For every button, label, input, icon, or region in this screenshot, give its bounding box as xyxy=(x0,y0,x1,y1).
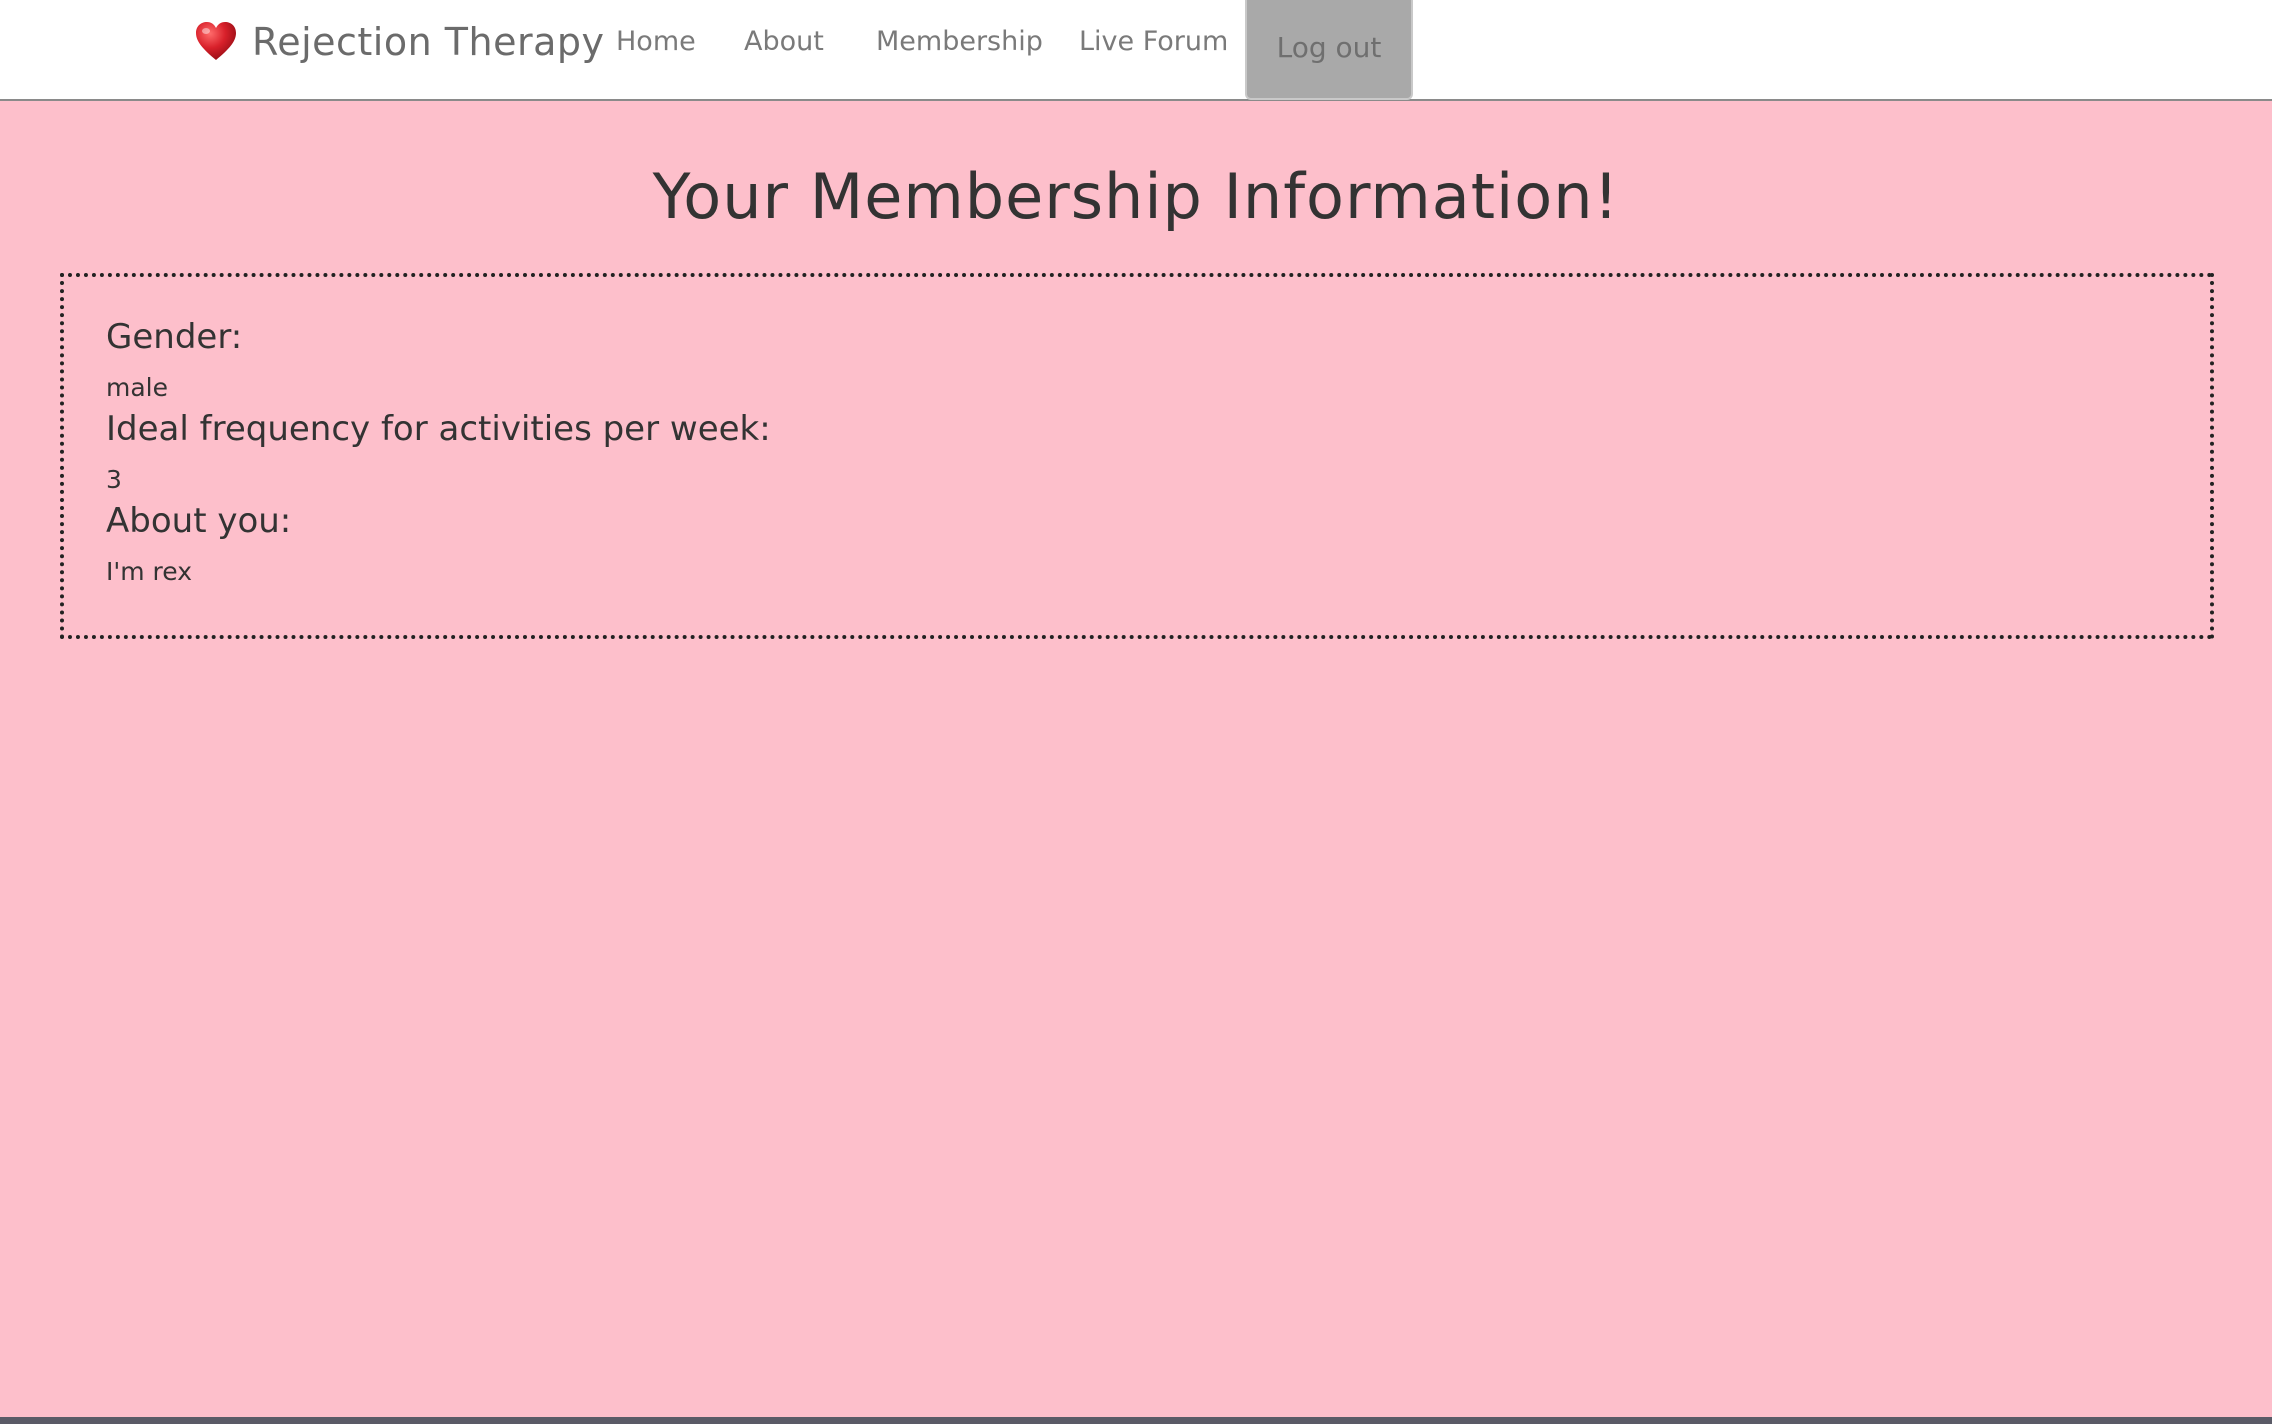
about-you-value: I'm rex xyxy=(106,557,193,586)
gender-label: Gender: xyxy=(106,317,243,357)
brand-link[interactable]: Rejection Therapy xyxy=(194,12,604,72)
logout-button[interactable]: Log out xyxy=(1245,0,1413,100)
nav-link-membership[interactable]: Membership xyxy=(876,20,1043,64)
frequency-value: 3 xyxy=(106,465,122,494)
nav-link-home[interactable]: Home xyxy=(616,20,696,64)
frequency-label: Ideal frequency for activities per week: xyxy=(106,409,771,449)
window-bottom-edge xyxy=(0,1417,2272,1424)
page-title: Your Membership Information! xyxy=(652,160,1620,233)
top-navbar: Rejection Therapy Home About Membership … xyxy=(0,0,2272,101)
nav-link-about[interactable]: About xyxy=(744,20,824,64)
membership-info-box: Gender: male Ideal frequency for activit… xyxy=(60,273,2214,639)
nav-link-live-forum[interactable]: Live Forum xyxy=(1079,20,1228,64)
heart-icon xyxy=(194,20,238,64)
gender-value: male xyxy=(106,373,168,402)
brand-name: Rejection Therapy xyxy=(252,20,605,64)
about-you-label: About you: xyxy=(106,501,292,541)
